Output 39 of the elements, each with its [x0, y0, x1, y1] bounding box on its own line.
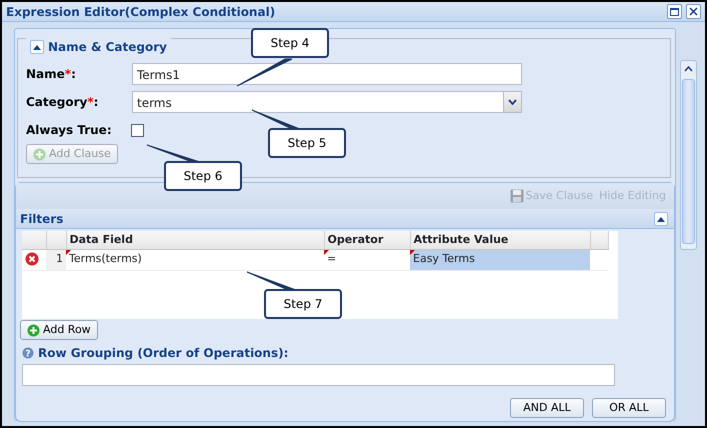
logic-button[interactable]: OR ALL	[592, 398, 666, 418]
field-label: Always True:	[26, 122, 113, 139]
column-header: Data Field	[66, 231, 324, 249]
help-icon: ?	[22, 347, 34, 359]
field-label: Name*:	[26, 66, 77, 83]
name-field[interactable]: Terms1	[132, 63, 522, 85]
close-icon	[689, 7, 698, 16]
column-header: Operator	[324, 231, 410, 249]
field-label: Category*:	[26, 94, 100, 111]
plus-icon	[27, 324, 40, 336]
plus-icon	[33, 148, 46, 160]
maximize-button[interactable]	[667, 4, 682, 19]
scrollbar[interactable]	[680, 60, 697, 250]
maximize-icon	[670, 8, 679, 16]
caret-icon	[33, 44, 41, 50]
row-grouping-label: Row Grouping (Order of Operations):	[38, 345, 288, 362]
caret-icon	[657, 216, 665, 222]
step-callout: Step 4	[236, 28, 329, 86]
category-dropdown[interactable]: terms	[132, 91, 522, 113]
caret-icon	[508, 99, 517, 105]
step-callout: Step 5	[252, 110, 346, 158]
delete-row-icon[interactable]	[25, 252, 39, 266]
row-number: 1	[46, 249, 66, 270]
logic-button[interactable]: AND ALL	[510, 398, 584, 418]
window-title: Expression Editor(Complex Conditional)	[6, 4, 276, 20]
caret-icon	[684, 66, 693, 72]
step-callout: Step 6	[146, 144, 242, 191]
collapse-button[interactable]	[654, 212, 668, 226]
checkbox[interactable]	[131, 124, 144, 136]
column-header: Attribute Value	[410, 231, 590, 249]
step-callout: Step 7	[246, 272, 342, 319]
row-grouping-field[interactable]	[22, 364, 615, 386]
fieldset-legend: Name & Category	[48, 38, 167, 56]
collapse-button[interactable]	[30, 40, 44, 54]
close-button[interactable]	[686, 4, 701, 19]
table-cell[interactable]: Easy Terms	[410, 249, 590, 270]
table-cell[interactable]: Terms(terms)	[66, 249, 324, 270]
filters-title: Filters	[20, 210, 64, 228]
add-row-button[interactable]: Add Row	[20, 320, 98, 340]
